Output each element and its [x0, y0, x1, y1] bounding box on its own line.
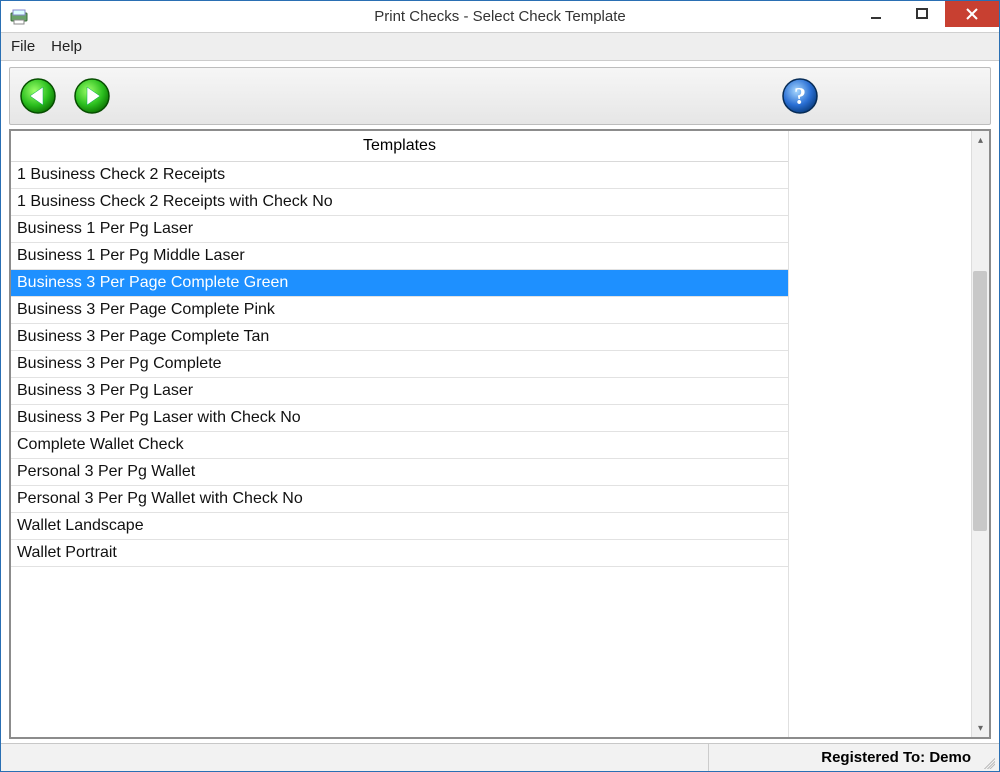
template-row[interactable]: Business 3 Per Pg Laser with Check No — [11, 405, 788, 432]
client-area: Templates 1 Business Check 2 Receipts1 B… — [9, 129, 991, 739]
menu-file[interactable]: File — [11, 38, 35, 55]
scroll-up-icon[interactable]: ▴ — [972, 131, 989, 149]
app-icon — [9, 7, 29, 27]
scroll-thumb[interactable] — [973, 271, 987, 531]
template-row[interactable]: Wallet Portrait — [11, 540, 788, 567]
template-row[interactable]: Business 1 Per Pg Laser — [11, 216, 788, 243]
status-separator — [9, 744, 709, 771]
help-button[interactable]: ? — [780, 76, 820, 116]
svg-text:?: ? — [794, 84, 806, 110]
maximize-button[interactable] — [899, 1, 945, 27]
back-button[interactable] — [18, 76, 58, 116]
scroll-down-icon[interactable]: ▾ — [972, 719, 989, 737]
template-row[interactable]: 1 Business Check 2 Receipts with Check N… — [11, 189, 788, 216]
template-row[interactable]: Business 3 Per Pg Laser — [11, 378, 788, 405]
templates-header: Templates — [11, 131, 788, 162]
titlebar: Print Checks - Select Check Template — [1, 1, 999, 33]
toolbar-container: ? — [1, 61, 999, 129]
template-row[interactable]: Business 3 Per Pg Complete — [11, 351, 788, 378]
window-title: Print Checks - Select Check Template — [374, 8, 626, 25]
template-row[interactable]: Personal 3 Per Pg Wallet with Check No — [11, 486, 788, 513]
statusbar: Registered To: Demo — [1, 743, 999, 771]
close-button[interactable] — [945, 1, 999, 27]
toolbar: ? — [9, 67, 991, 125]
template-row[interactable]: Wallet Landscape — [11, 513, 788, 540]
resize-grip-icon[interactable] — [981, 755, 995, 769]
template-row[interactable]: Complete Wallet Check — [11, 432, 788, 459]
template-row[interactable]: Business 3 Per Page Complete Tan — [11, 324, 788, 351]
template-row[interactable]: Business 1 Per Pg Middle Laser — [11, 243, 788, 270]
menu-help[interactable]: Help — [51, 38, 82, 55]
vertical-scrollbar[interactable]: ▴ ▾ — [971, 131, 989, 737]
forward-button[interactable] — [72, 76, 112, 116]
menubar: File Help — [1, 33, 999, 61]
minimize-button[interactable] — [853, 1, 899, 27]
template-row[interactable]: Business 3 Per Page Complete Green — [11, 270, 788, 297]
window-controls — [853, 1, 999, 27]
preview-panel: ▴ ▾ — [789, 131, 989, 737]
registered-label: Registered To: Demo — [821, 749, 971, 766]
template-row[interactable]: 1 Business Check 2 Receipts — [11, 162, 788, 189]
app-window: Print Checks - Select Check Template Fil… — [0, 0, 1000, 772]
template-row[interactable]: Personal 3 Per Pg Wallet — [11, 459, 788, 486]
templates-listbox[interactable]: Templates 1 Business Check 2 Receipts1 B… — [11, 131, 789, 737]
template-row[interactable]: Business 3 Per Page Complete Pink — [11, 297, 788, 324]
